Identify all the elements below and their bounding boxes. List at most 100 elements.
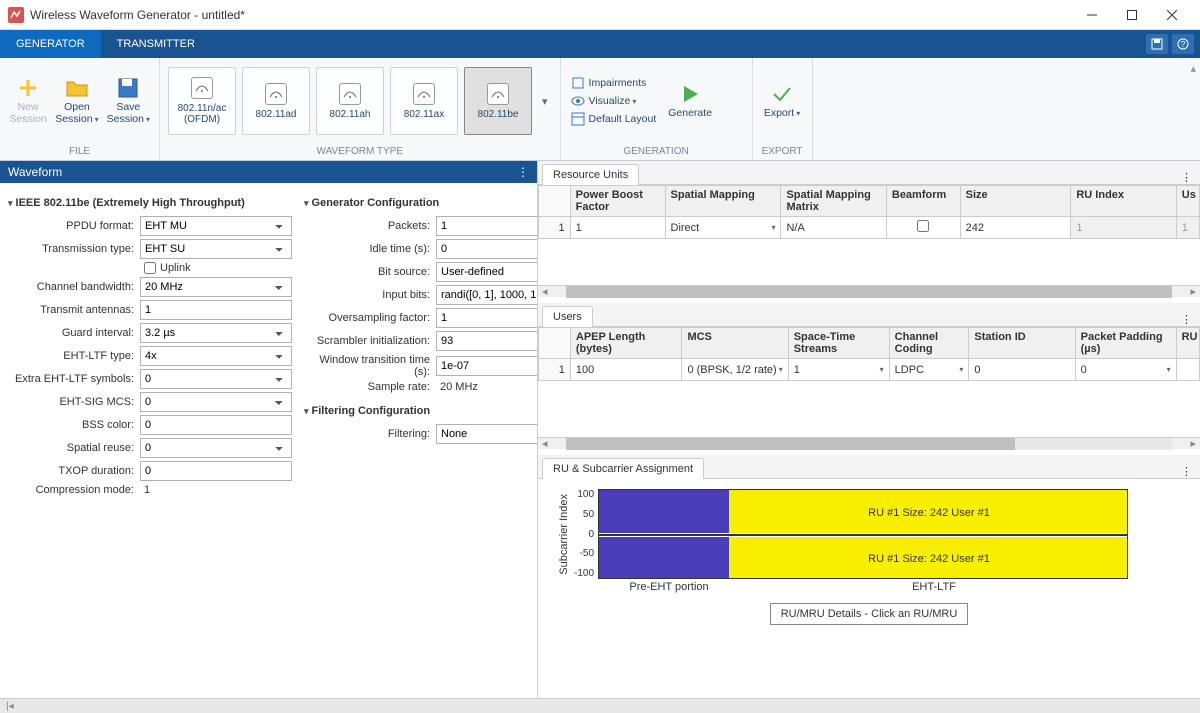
save-icon-button[interactable] xyxy=(1146,34,1168,54)
impairments-button[interactable]: Impairments xyxy=(567,74,661,92)
ytick: 50 xyxy=(583,509,594,520)
users-menu[interactable]: ⋮ xyxy=(1173,313,1200,326)
filtering-select[interactable]: None xyxy=(436,424,537,444)
save-session-button[interactable]: Save Session xyxy=(104,72,153,129)
section-ieee-title[interactable]: IEEE 802.11be (Extremely High Throughput… xyxy=(8,193,292,213)
txop-duration-label: TXOP duration: xyxy=(8,465,140,477)
generate-button[interactable]: Generate xyxy=(662,78,718,124)
ytick: 0 xyxy=(588,529,594,540)
ribbon-group-waveform-label: WAVEFORM TYPE xyxy=(160,144,560,160)
tab-transmitter[interactable]: TRANSMITTER xyxy=(101,30,211,58)
default-layout-button[interactable]: Default Layout xyxy=(567,110,661,128)
ppdu-format-label: PPDU format: xyxy=(8,220,140,232)
input-bits-input[interactable] xyxy=(436,285,537,305)
ru-scrollbar[interactable]: ◂▸ xyxy=(538,285,1200,297)
idle-time-input[interactable] xyxy=(436,239,537,259)
beamform-checkbox[interactable] xyxy=(917,220,929,232)
channel-bw-select[interactable]: 20 MHz xyxy=(140,277,292,297)
ribbon-collapse-icon[interactable]: ▴ xyxy=(1190,62,1196,75)
resource-units-menu[interactable]: ⋮ xyxy=(1173,171,1200,184)
bit-source-select[interactable]: User-defined xyxy=(436,262,537,282)
users-padding-cell[interactable]: 0 xyxy=(1075,359,1176,381)
ru-chart-svg[interactable]: RU #1 Size: 242 User #1 RU #1 Size: 242 … xyxy=(598,489,1128,579)
close-button[interactable] xyxy=(1152,1,1192,29)
ru-mapping-cell[interactable]: Direct xyxy=(665,217,781,239)
open-session-button[interactable]: Open Session xyxy=(52,72,101,129)
extra-eht-ltf-label: Extra EHT-LTF symbols: xyxy=(8,373,140,385)
minimize-button[interactable] xyxy=(1072,1,1112,29)
tab-ru-assignment[interactable]: RU & Subcarrier Assignment xyxy=(542,458,704,479)
statusbar: |◂ xyxy=(0,698,1200,713)
waveform-80211ad[interactable]: 802.11ad xyxy=(242,67,310,135)
ru-matrix-cell[interactable]: N/A xyxy=(781,217,886,239)
users-header-station: Station ID xyxy=(969,328,1075,359)
ribbon-group-file-label: FILE xyxy=(0,144,159,160)
tx-antennas-label: Transmit antennas: xyxy=(8,304,140,316)
filtering-label: Filtering: xyxy=(304,428,436,440)
users-apep-cell[interactable]: 100 xyxy=(570,359,682,381)
tab-users[interactable]: Users xyxy=(542,306,593,327)
window-title: Wireless Waveform Generator - untitled* xyxy=(30,8,1072,22)
oversampling-input[interactable] xyxy=(436,308,537,328)
compression-mode-label: Compression mode: xyxy=(8,484,140,496)
new-session-button[interactable]: New Session xyxy=(6,72,50,129)
extra-eht-ltf-select[interactable]: 0 xyxy=(140,369,292,389)
transmission-type-select[interactable]: EHT SU xyxy=(140,239,292,259)
users-coding-cell[interactable]: LDPC xyxy=(889,359,969,381)
waveform-80211ah[interactable]: 802.11ah xyxy=(316,67,384,135)
guard-interval-select[interactable]: 3.2 µs xyxy=(140,323,292,343)
export-button[interactable]: Export xyxy=(759,78,806,124)
tab-resource-units[interactable]: Resource Units xyxy=(542,164,639,185)
idle-time-label: Idle time (s): xyxy=(304,243,436,255)
eht-sig-mcs-select[interactable]: 0 xyxy=(140,392,292,412)
scrambler-input[interactable] xyxy=(436,331,537,351)
waveform-more-button[interactable]: ▾ xyxy=(536,91,554,112)
waveform-80211be[interactable]: 802.11be xyxy=(464,67,532,135)
window-transition-input[interactable] xyxy=(436,356,537,376)
waveform-80211ax[interactable]: 802.11ax xyxy=(390,67,458,135)
eht-ltf-select[interactable]: 4x xyxy=(140,346,292,366)
users-sts-cell[interactable]: 1 xyxy=(788,359,889,381)
wifi-icon xyxy=(491,89,505,99)
users-row[interactable]: 1 100 0 (BPSK, 1/2 rate) 1 LDPC 0 0 xyxy=(539,359,1200,381)
ru-size-cell[interactable]: 242 xyxy=(960,217,1071,239)
chart-xlabel-eht: EHT-LTF xyxy=(734,581,1134,593)
uplink-checkbox[interactable] xyxy=(144,262,156,274)
help-icon-button[interactable]: ? xyxy=(1172,34,1194,54)
ppdu-format-select[interactable]: EHT MU xyxy=(140,216,292,236)
ru-assignment-chart: Subcarrier Index 100 50 0 -50 -100 RU #1… xyxy=(538,479,1200,698)
resource-units-table: Power Boost Factor Spatial Mapping Spati… xyxy=(538,185,1200,239)
ru-header-size: Size xyxy=(960,186,1071,217)
ru-beamform-cell[interactable] xyxy=(886,217,960,239)
statusbar-restore-icon[interactable]: |◂ xyxy=(6,701,14,712)
waveform-80211nac[interactable]: 802.11n/ac (OFDM) xyxy=(168,67,236,135)
users-ru-cell xyxy=(1176,359,1199,381)
layout-icon xyxy=(571,112,585,126)
section-filter-title[interactable]: Filtering Configuration xyxy=(304,401,537,421)
users-table: APEP Length (bytes) MCS Space-Time Strea… xyxy=(538,327,1200,381)
ru-row[interactable]: 1 1 Direct N/A 242 1 1 xyxy=(539,217,1200,239)
users-station-cell[interactable]: 0 xyxy=(969,359,1075,381)
visualize-button[interactable]: Visualize xyxy=(567,92,661,110)
ytick: -100 xyxy=(574,568,594,579)
users-mcs-cell[interactable]: 0 (BPSK, 1/2 rate) xyxy=(682,359,788,381)
app-icon xyxy=(8,7,24,23)
eht-sig-mcs-label: EHT-SIG MCS: xyxy=(8,396,140,408)
spatial-reuse-select[interactable]: 0 xyxy=(140,438,292,458)
ru-assignment-menu[interactable]: ⋮ xyxy=(1173,465,1200,478)
tx-antennas-input[interactable] xyxy=(140,300,292,320)
ru-header-power: Power Boost Factor xyxy=(570,186,665,217)
section-gen-title[interactable]: Generator Configuration xyxy=(304,193,537,213)
bss-color-label: BSS color: xyxy=(8,419,140,431)
users-scrollbar[interactable]: ◂▸ xyxy=(538,437,1200,449)
users-header-mcs: MCS xyxy=(682,328,788,359)
packets-input[interactable] xyxy=(436,216,537,236)
panel-menu-icon[interactable]: ⋮ xyxy=(517,165,529,179)
bss-color-input[interactable] xyxy=(140,415,292,435)
txop-duration-input[interactable] xyxy=(140,461,292,481)
tab-generator[interactable]: GENERATOR xyxy=(0,30,101,58)
waveform-panel-title: Waveform xyxy=(8,165,62,179)
maximize-button[interactable] xyxy=(1112,1,1152,29)
ru-power-cell[interactable]: 1 xyxy=(570,217,665,239)
titlebar: Wireless Waveform Generator - untitled* xyxy=(0,0,1200,30)
